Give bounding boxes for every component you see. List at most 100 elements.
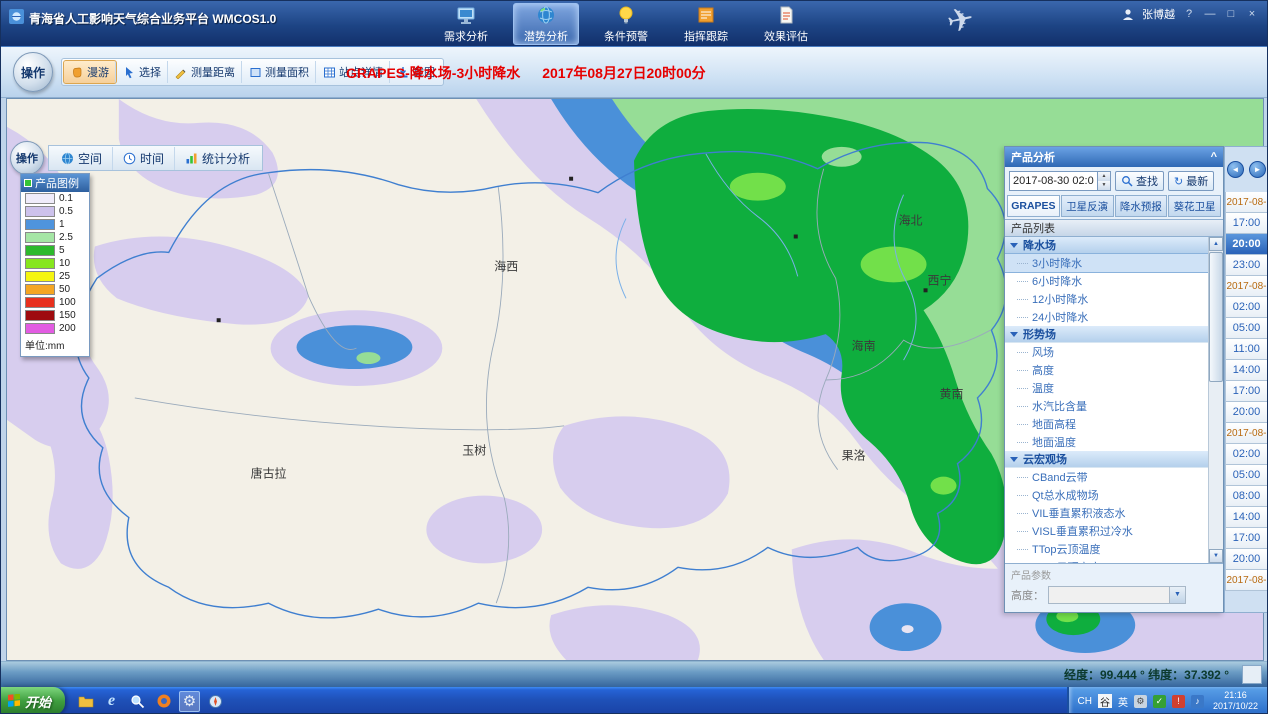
folder-icon[interactable]	[75, 691, 96, 712]
product-item[interactable]: 地面高程	[1005, 415, 1208, 433]
tool-label: 漫游	[87, 64, 109, 80]
measure-distance-button[interactable]: 测量距离	[168, 61, 242, 83]
time-cell[interactable]: 11:00	[1225, 339, 1268, 360]
product-item[interactable]: 12小时降水	[1005, 290, 1208, 308]
product-item[interactable]: 高度	[1005, 361, 1208, 379]
ime-mode-indicator[interactable]: 英	[1118, 694, 1128, 709]
time-cell[interactable]: 20:00	[1225, 549, 1268, 570]
time-cell[interactable]: 05:00	[1225, 465, 1268, 486]
scroll-up-icon[interactable]: ▲	[1209, 237, 1223, 251]
product-item[interactable]: 3小时降水	[1005, 254, 1208, 272]
language-indicator[interactable]: CH	[1078, 696, 1092, 707]
help-icon[interactable]: ?	[1182, 8, 1196, 20]
operate-button[interactable]: 操作	[13, 52, 53, 92]
alert-tray-icon[interactable]: !	[1172, 695, 1185, 708]
time-cell[interactable]: 08:00	[1225, 486, 1268, 507]
tab-space[interactable]: 空间	[51, 147, 113, 170]
tab-precip-forecast[interactable]: 降水预报	[1115, 195, 1168, 217]
legend-value: 200	[59, 323, 76, 334]
group-precipitation[interactable]: 降水场	[1005, 237, 1208, 254]
firefox-icon[interactable]	[153, 691, 174, 712]
minimize-icon[interactable]: —	[1203, 8, 1217, 20]
ime-icon[interactable]: 谷	[1098, 694, 1112, 708]
spin-up-icon[interactable]: ▲	[1098, 172, 1110, 181]
time-cell[interactable]: 14:00	[1225, 360, 1268, 381]
latest-button[interactable]: ↻ 最新	[1168, 171, 1214, 191]
product-item[interactable]: 地面温度	[1005, 433, 1208, 451]
close-icon[interactable]: ×	[1245, 8, 1259, 20]
volume-icon[interactable]: ♪	[1191, 695, 1204, 708]
time-cell[interactable]: 2017-08-	[1225, 192, 1268, 213]
toolbar: 操作 漫游 选择 测量距离 测量面积 站点详情	[1, 47, 1267, 98]
scroll-thumb[interactable]	[1209, 252, 1223, 382]
time-cell[interactable]: 20:00	[1225, 234, 1268, 255]
group-cloud-macro[interactable]: 云宏观场	[1005, 451, 1208, 468]
map-label-guoluo: 果洛	[842, 448, 866, 463]
legend-swatch	[25, 258, 55, 269]
height-select[interactable]: ▼	[1048, 586, 1186, 604]
select-button[interactable]: 选择	[116, 61, 168, 83]
tab-satellite-retrieval[interactable]: 卫星反演	[1061, 195, 1114, 217]
find-button[interactable]: 查找	[1115, 171, 1164, 191]
product-item[interactable]: 风场	[1005, 343, 1208, 361]
product-item[interactable]: 6小时降水	[1005, 272, 1208, 290]
time-cell[interactable]: 17:00	[1225, 528, 1268, 549]
product-item[interactable]: 温度	[1005, 379, 1208, 397]
datetime-spinner[interactable]: ▲▼	[1097, 172, 1110, 190]
legend-swatch	[25, 271, 55, 282]
product-item[interactable]: CBand云带	[1005, 468, 1208, 486]
product-item[interactable]: VIL垂直累积液态水	[1005, 504, 1208, 522]
time-cell[interactable]: 14:00	[1225, 507, 1268, 528]
legend-value: 150	[59, 310, 76, 321]
datetime-input[interactable]	[1010, 172, 1097, 190]
time-cell[interactable]: 20:00	[1225, 402, 1268, 423]
search-icon[interactable]	[127, 691, 148, 712]
time-cell[interactable]: 2017-08-	[1225, 276, 1268, 297]
nav-item-command-tracking[interactable]: 指挥跟踪	[673, 3, 739, 45]
time-cell[interactable]: 02:00	[1225, 297, 1268, 318]
product-item[interactable]: VISL垂直累积过冷水	[1005, 522, 1208, 540]
product-item[interactable]: Qt总水成物场	[1005, 486, 1208, 504]
maximize-icon[interactable]: □	[1224, 8, 1238, 20]
product-item[interactable]: 水汽比含量	[1005, 397, 1208, 415]
app-window: 青海省人工影响天气综合业务平台 WMCOS1.0 需求分析 潜势分析 条件预警 …	[0, 0, 1268, 714]
legend-row: 10	[21, 257, 89, 270]
tab-himawari[interactable]: 葵花卫星	[1168, 195, 1221, 217]
product-item[interactable]: ZTop云顶高度	[1005, 558, 1208, 564]
tab-grapes[interactable]: GRAPES	[1007, 195, 1060, 217]
tab-statistics[interactable]: 统计分析	[175, 147, 260, 170]
collapse-icon[interactable]: ^	[1211, 151, 1217, 163]
view-tab-label: 时间	[140, 150, 164, 167]
gear-tray-icon[interactable]: ⚙	[1134, 695, 1147, 708]
scroll-down-icon[interactable]: ▼	[1209, 549, 1223, 563]
dropdown-arrow-icon[interactable]: ▼	[1169, 587, 1185, 603]
compass-icon[interactable]	[205, 691, 226, 712]
gear-icon[interactable]: ⚙	[179, 691, 200, 712]
tree-scrollbar[interactable]: ▲ ▼	[1208, 237, 1223, 563]
time-cell[interactable]: 2017-08-	[1225, 570, 1268, 591]
nav-item-demand-analysis[interactable]: 需求分析	[433, 3, 499, 45]
time-cell[interactable]: 17:00	[1225, 213, 1268, 234]
nav-item-effect-evaluation[interactable]: 效果评估	[753, 3, 819, 45]
time-cell[interactable]: 23:00	[1225, 255, 1268, 276]
ie-icon[interactable]: e	[101, 691, 122, 712]
next-time-button[interactable]: ►	[1249, 161, 1266, 178]
tab-time[interactable]: 时间	[113, 147, 175, 170]
time-cell[interactable]: 2017-08-	[1225, 423, 1268, 444]
measure-area-button[interactable]: 测量面积	[242, 61, 316, 83]
spin-down-icon[interactable]: ▼	[1098, 181, 1110, 190]
start-button[interactable]: 开始	[1, 687, 65, 714]
prev-time-button[interactable]: ◄	[1227, 161, 1244, 178]
tray-clock[interactable]: 21:16 2017/10/22	[1210, 690, 1258, 713]
time-cell[interactable]: 02:00	[1225, 444, 1268, 465]
shield-icon[interactable]: ✓	[1153, 695, 1166, 708]
time-cell[interactable]: 17:00	[1225, 381, 1268, 402]
product-item[interactable]: TTop云顶温度	[1005, 540, 1208, 558]
product-item[interactable]: 24小时降水	[1005, 308, 1208, 326]
nav-item-potential-analysis[interactable]: 潜势分析	[513, 3, 579, 45]
view-operate-button[interactable]: 操作	[10, 141, 44, 175]
nav-item-condition-warning[interactable]: 条件预警	[593, 3, 659, 45]
pan-button[interactable]: 漫游	[64, 61, 116, 83]
group-situation[interactable]: 形势场	[1005, 326, 1208, 343]
time-cell[interactable]: 05:00	[1225, 318, 1268, 339]
